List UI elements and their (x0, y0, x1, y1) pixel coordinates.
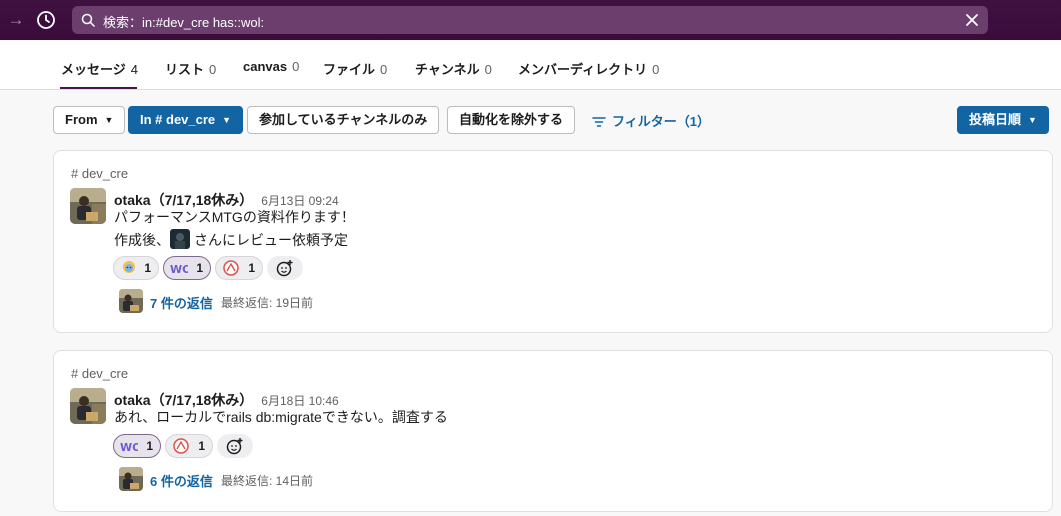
mention-avatar[interactable] (170, 229, 190, 249)
avatar[interactable] (70, 388, 106, 424)
in-channel-filter-button[interactable]: In # dev_cre ▼ (128, 106, 244, 134)
reaction-count: 1 (146, 439, 153, 453)
tab-canvas[interactable]: canvas 0 (243, 59, 299, 74)
tab-count: 0 (209, 62, 217, 77)
avatar (119, 289, 143, 313)
message-text: パフォーマンスMTGの資料作ります！ (114, 209, 355, 225)
avatar (119, 467, 143, 491)
last-reply-text: 最終返信: 19日前 (221, 296, 314, 310)
reaction-pill[interactable]: 1 (165, 434, 213, 458)
tab-count: 0 (292, 59, 300, 74)
reaction-pill[interactable]: 1 (215, 256, 263, 280)
message-text-line2: 作成後、 さんにレビュー依頼予定 (114, 229, 348, 250)
search-result-card[interactable]: # dev_cre otaka（7/17,18休み） 6月13日 09:24 パフ… (53, 150, 1053, 333)
tab-count: 0 (380, 62, 388, 77)
avatar[interactable] (70, 188, 106, 224)
from-filter-button[interactable]: From ▼ (53, 106, 126, 134)
chevron-down-icon: ▼ (1028, 115, 1037, 125)
result-tabs: メッセージ 4 リスト 0 canvas 0 ファイル 0 チャンネル 0 メンバーディレ… (0, 40, 1061, 90)
reaction-count: 1 (196, 261, 203, 275)
search-bar[interactable]: 検索：in:#dev_cre has::wol: (72, 6, 988, 34)
exclude-automation-label: 自動化を除外する (459, 112, 564, 127)
active-tab-indicator (60, 87, 137, 89)
reaction-count: 1 (248, 261, 255, 275)
svg-text:WOL: WOL (120, 441, 138, 454)
sort-label: 投稿日順 (969, 112, 1022, 127)
sort-button[interactable]: 投稿日順 ▼ (957, 106, 1049, 134)
from-filter-label: From (65, 112, 98, 127)
filter-link-label: フィルター（1） (612, 114, 710, 129)
chevron-down-icon: ▼ (222, 115, 232, 125)
top-bar: → 検索：in:#dev_cre has::wol: (0, 0, 1061, 40)
joined-channels-only-button[interactable]: 参加しているチャンネルのみ (247, 106, 440, 134)
tab-label: メンバーディレクトリ (518, 62, 648, 77)
forward-arrow-icon[interactable]: → (6, 10, 26, 30)
message-timestamp[interactable]: 6月13日 09:24 (261, 194, 338, 208)
add-reaction-icon (226, 438, 243, 455)
add-reaction-button[interactable] (267, 256, 303, 280)
exclude-automation-button[interactable]: 自動化を除外する (447, 106, 576, 134)
wol-emoji-icon: WOL (170, 263, 188, 276)
tab-label: チャンネル (415, 62, 480, 77)
tab-label: canvas (243, 59, 288, 74)
channel-name[interactable]: # dev_cre (71, 366, 128, 381)
search-icon (81, 13, 95, 27)
channel-name[interactable]: # dev_cre (71, 166, 128, 181)
joined-channels-only-label: 参加しているチャンネルのみ (259, 112, 428, 127)
in-channel-filter-label: In # dev_cre (140, 112, 216, 127)
tab-files[interactable]: ファイル 0 (323, 59, 387, 78)
tab-lists[interactable]: リスト 0 (165, 59, 216, 78)
message-text: あれ、ローカルでrails db:migrateできない。調査する (114, 409, 448, 425)
reaction-pill[interactable]: 1 (113, 256, 159, 280)
history-clock-icon[interactable] (35, 9, 57, 31)
filter-link[interactable]: フィルター（1） (592, 111, 710, 130)
close-icon[interactable] (964, 12, 980, 28)
chevron-down-icon: ▼ (104, 115, 114, 125)
tab-messages[interactable]: メッセージ 4 (61, 59, 138, 78)
tab-label: メッセージ (61, 62, 126, 77)
svg-text:WOL: WOL (170, 263, 188, 276)
reply-count-link[interactable]: 7 件の返信 (150, 293, 213, 312)
reaction-pill[interactable]: WOL 1 (113, 434, 161, 458)
tab-count: 0 (652, 62, 660, 77)
search-result-card[interactable]: # dev_cre otaka（7/17,18休み） 6月18日 10:46 あれ… (53, 350, 1053, 512)
add-reaction-button[interactable] (217, 434, 253, 458)
tab-member-directory[interactable]: メンバーディレクトリ 0 (518, 59, 659, 78)
filter-icon (592, 117, 606, 127)
badge-emoji-icon (173, 438, 189, 454)
add-reaction-icon (276, 260, 293, 277)
search-query-text[interactable]: 検索：in:#dev_cre has::wol: (103, 12, 264, 31)
tab-count: 4 (130, 62, 138, 77)
person-emoji-icon (123, 261, 135, 273)
message-text-prefix: 作成後、 (114, 232, 170, 248)
reaction-count: 1 (198, 439, 205, 453)
last-reply-text: 最終返信: 14日前 (221, 474, 314, 488)
message-timestamp[interactable]: 6月18日 10:46 (261, 394, 338, 408)
author-name: otaka（7/17,18休み） (114, 392, 254, 408)
message-text-suffix: さんにレビュー依頼予定 (194, 232, 348, 248)
author-name: otaka（7/17,18休み） (114, 192, 254, 208)
tab-label: リスト (165, 62, 205, 77)
reaction-pill[interactable]: WOL 1 (163, 256, 211, 280)
tab-count: 0 (484, 62, 492, 77)
wol-emoji-icon: WOL (120, 441, 138, 454)
tab-channels[interactable]: チャンネル 0 (415, 59, 492, 78)
tab-label: ファイル (323, 62, 376, 77)
reply-count-link[interactable]: 6 件の返信 (150, 471, 213, 490)
badge-emoji-icon (223, 260, 239, 276)
reaction-count: 1 (144, 261, 151, 275)
